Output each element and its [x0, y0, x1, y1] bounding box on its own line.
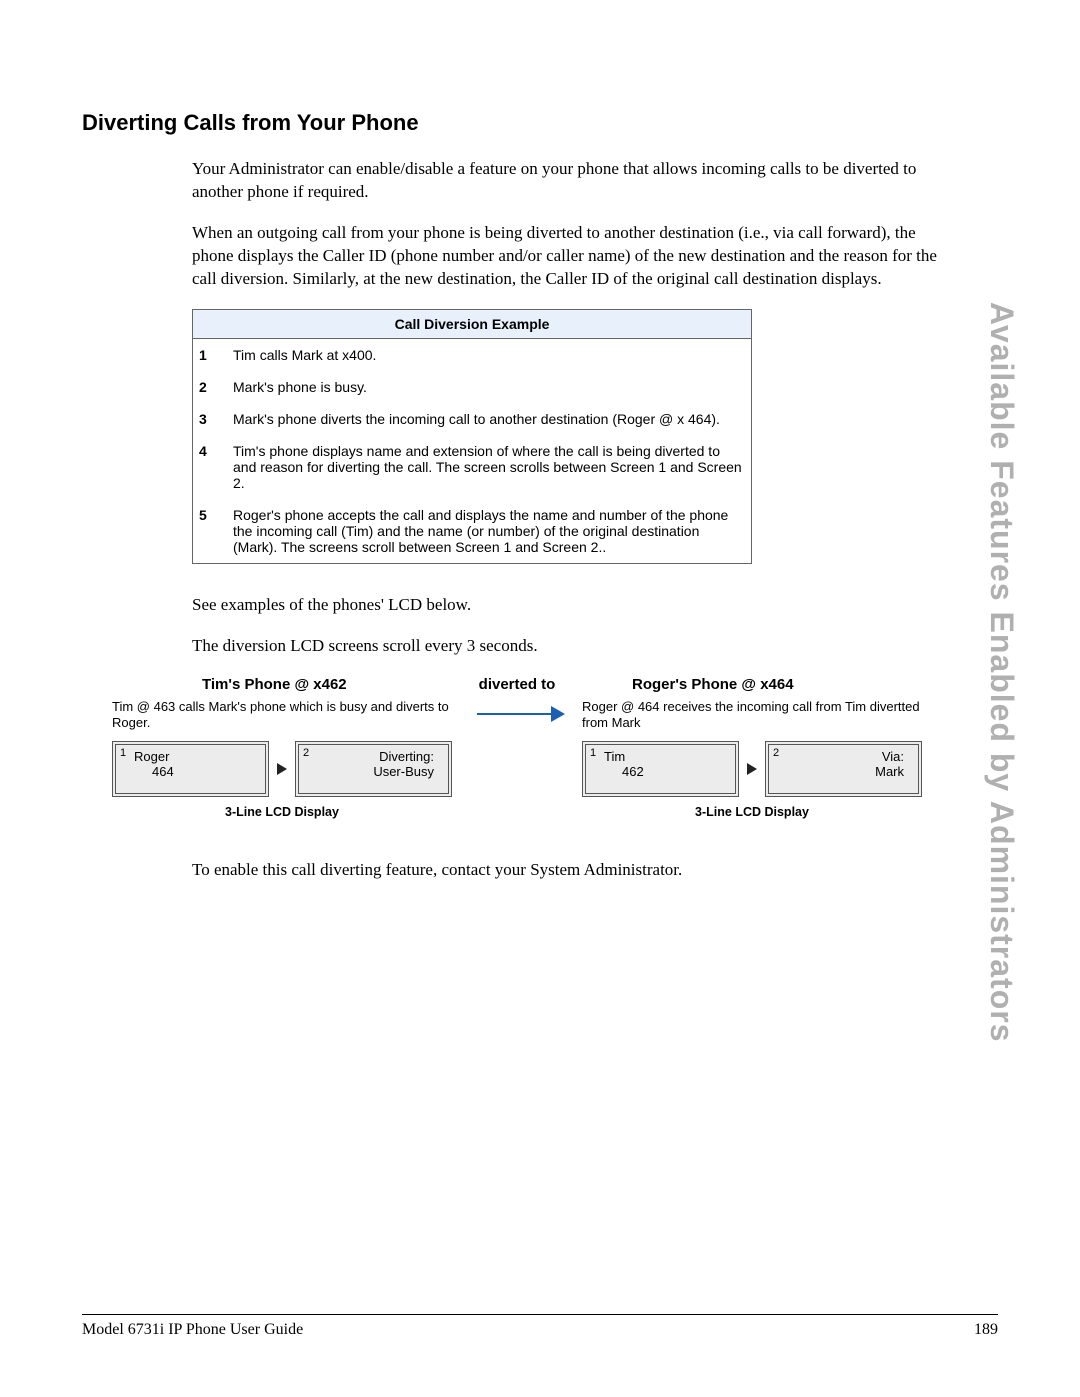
triangle-right-icon [277, 763, 287, 775]
page-footer: Model 6731i IP Phone User Guide 189 [82, 1314, 998, 1339]
diagram-gap [452, 676, 552, 819]
paragraph-5: To enable this call diverting feature, c… [192, 859, 938, 882]
triangle-right-icon [747, 763, 757, 775]
lcd-diagram: diverted to Tim's Phone @ x462 Tim @ 463… [112, 676, 942, 819]
row-num: 5 [193, 499, 228, 564]
tim-phone-title: Tim's Phone @ x462 [202, 676, 452, 693]
side-section-title: Available Features Enabled by Administra… [983, 302, 1020, 1043]
paragraph-3: See examples of the phones' LCD below. [192, 594, 938, 617]
table-header: Call Diversion Example [193, 309, 752, 338]
tim-lcd-screen-2: 2 Diverting: User-Busy [295, 741, 452, 797]
page-number: 189 [974, 1321, 998, 1339]
lcd-line-2: Mark [787, 764, 912, 779]
lcd-line-2: User-Busy [317, 764, 442, 779]
roger-lcd-row: 1 Tim 462 2 Via: Mark [582, 741, 922, 797]
row-text: Mark's phone diverts the incoming call t… [227, 403, 752, 435]
roger-lcd-caption: 3-Line LCD Display [582, 805, 922, 819]
lcd-number-badge: 1 [120, 747, 126, 759]
call-diversion-example-table: Call Diversion Example 1 Tim calls Mark … [192, 309, 752, 564]
table-row: 1 Tim calls Mark at x400. [193, 338, 752, 371]
paragraph-2: When an outgoing call from your phone is… [192, 222, 938, 291]
tim-phone-column: Tim's Phone @ x462 Tim @ 463 calls Mark'… [112, 676, 452, 819]
lcd-line-1: Via: [787, 749, 912, 764]
table-row: 2 Mark's phone is busy. [193, 371, 752, 403]
table-row: 3 Mark's phone diverts the incoming call… [193, 403, 752, 435]
row-num: 2 [193, 371, 228, 403]
intro-block: Your Administrator can enable/disable a … [192, 158, 938, 291]
paragraph-1: Your Administrator can enable/disable a … [192, 158, 938, 204]
lcd-number-badge: 2 [303, 747, 309, 759]
roger-lcd-screen-2: 2 Via: Mark [765, 741, 922, 797]
tim-lcd-screen-1: 1 Roger 464 [112, 741, 269, 797]
page: Available Features Enabled by Administra… [0, 0, 1080, 1397]
roger-phone-title: Roger's Phone @ x464 [632, 676, 922, 693]
roger-lcd-screen-1: 1 Tim 462 [582, 741, 739, 797]
lcd-line-1: Diverting: [317, 749, 442, 764]
lcd-line-1: Tim [604, 749, 729, 764]
row-num: 3 [193, 403, 228, 435]
lcd-line-2: 464 [134, 764, 259, 779]
table-row: 4 Tim's phone displays name and extensio… [193, 435, 752, 499]
tim-lcd-row: 1 Roger 464 2 Diverting: User-Busy [112, 741, 452, 797]
mid-text: See examples of the phones' LCD below. T… [192, 594, 938, 658]
roger-phone-desc: Roger @ 464 receives the incoming call f… [582, 699, 922, 733]
row-text: Mark's phone is busy. [227, 371, 752, 403]
row-num: 4 [193, 435, 228, 499]
lcd-number-badge: 1 [590, 747, 596, 759]
footer-rule [82, 1314, 998, 1315]
row-text: Roger's phone accepts the call and displ… [227, 499, 752, 564]
lcd-line-1: Roger [134, 749, 259, 764]
table-row: 5 Roger's phone accepts the call and dis… [193, 499, 752, 564]
roger-phone-column: Roger's Phone @ x464 Roger @ 464 receive… [582, 676, 922, 819]
footer-title: Model 6731i IP Phone User Guide [82, 1321, 303, 1339]
section-heading: Diverting Calls from Your Phone [82, 110, 998, 136]
row-num: 1 [193, 338, 228, 371]
closing-text: To enable this call diverting feature, c… [192, 859, 938, 882]
lcd-number-badge: 2 [773, 747, 779, 759]
paragraph-4: The diversion LCD screens scroll every 3… [192, 635, 938, 658]
lcd-line-2: 462 [604, 764, 729, 779]
tim-lcd-caption: 3-Line LCD Display [112, 805, 452, 819]
row-text: Tim's phone displays name and extension … [227, 435, 752, 499]
tim-phone-desc: Tim @ 463 calls Mark's phone which is bu… [112, 699, 452, 733]
row-text: Tim calls Mark at x400. [227, 338, 752, 371]
